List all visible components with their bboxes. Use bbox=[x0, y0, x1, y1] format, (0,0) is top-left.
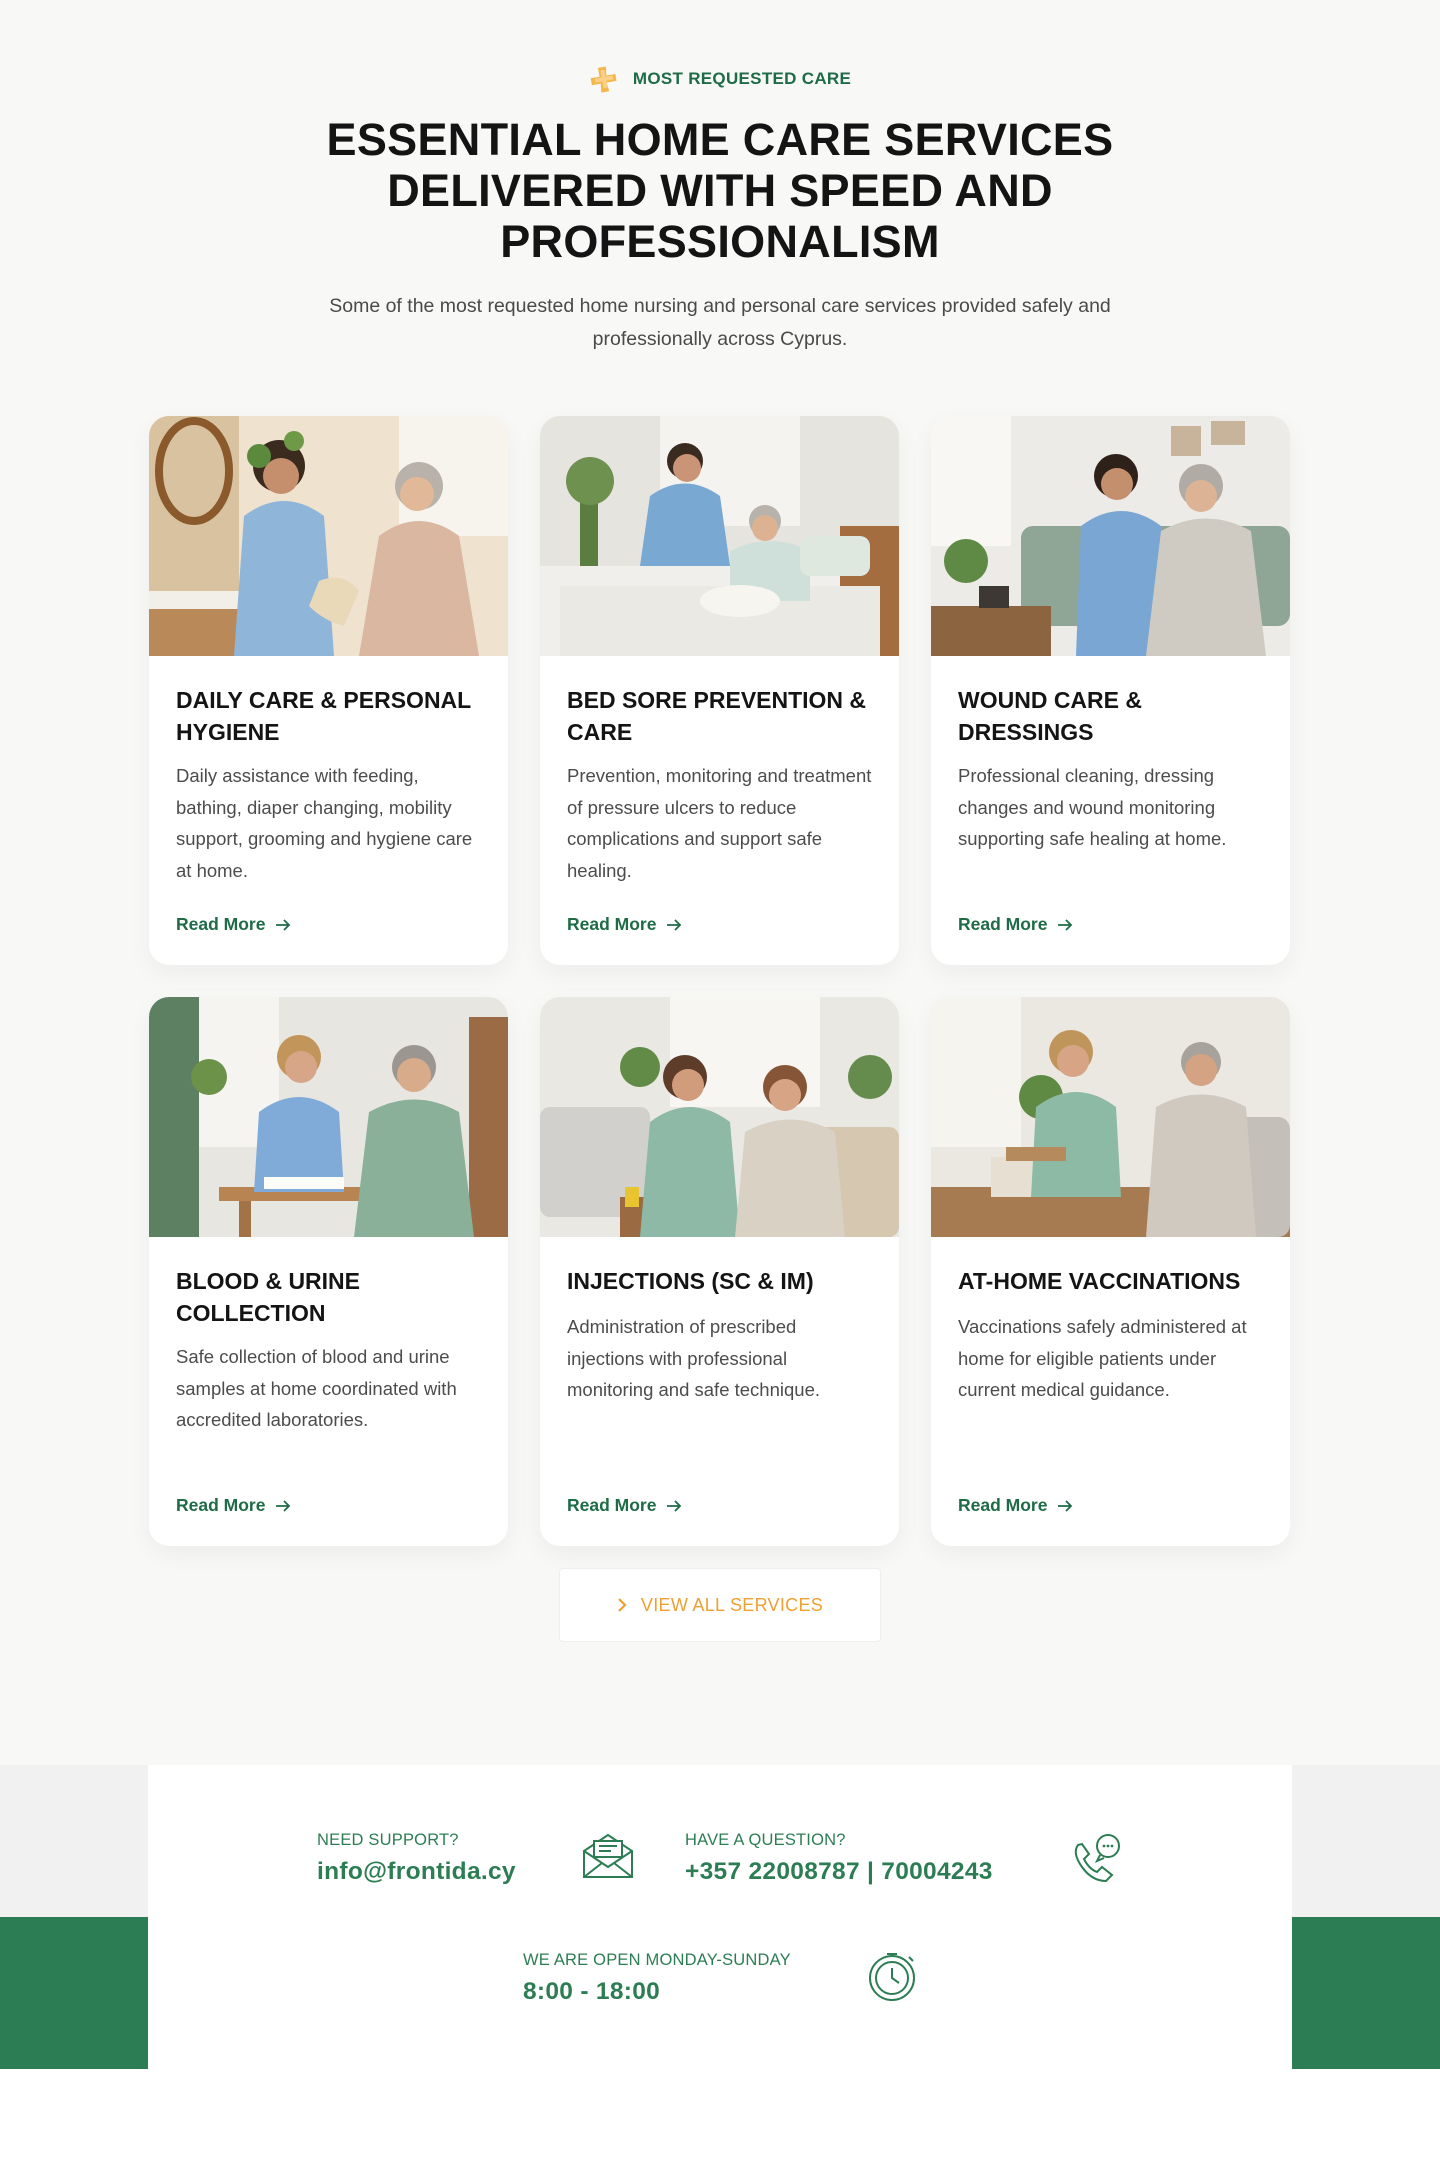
arrow-right-icon bbox=[1058, 1499, 1073, 1512]
phone-number-link[interactable]: +357 22008787 | 70004243 bbox=[685, 1858, 993, 1886]
opening-hours: WE ARE OPEN MONDAY-SUNDAY 8:00 - 18:00 bbox=[523, 1951, 791, 2006]
service-description: Vaccinations safely administered at home… bbox=[958, 1316, 1247, 1400]
service-title: WOUND CARE & DRESSINGS bbox=[958, 687, 1142, 745]
read-more-link[interactable]: Read More bbox=[567, 914, 682, 935]
service-card: INJECTIONS (SC & IM) Administration of p… bbox=[540, 997, 899, 1546]
view-all-services-button[interactable]: VIEW ALL SERVICES bbox=[559, 1568, 881, 1642]
section-eyebrow: MOST REQUESTED CARE bbox=[0, 64, 1440, 94]
envelope-icon bbox=[583, 1833, 633, 1878]
service-title: AT-HOME VACCINATIONS bbox=[958, 1268, 1241, 1294]
service-image-bed-sore bbox=[540, 416, 899, 656]
service-title: BED SORE PREVENTION & CARE bbox=[567, 687, 867, 745]
service-card: WOUND CARE & DRESSINGS Professional clea… bbox=[931, 416, 1290, 965]
read-more-label: Read More bbox=[567, 914, 657, 934]
arrow-right-icon bbox=[276, 1499, 291, 1512]
question-label: HAVE A QUESTION? bbox=[685, 1831, 846, 1849]
service-image-blood-collection bbox=[149, 997, 508, 1237]
arrow-right-icon bbox=[276, 918, 291, 931]
service-card: DAILY CARE & PERSONAL HYGIENE Daily assi… bbox=[149, 416, 508, 965]
arrow-right-icon bbox=[667, 1499, 682, 1512]
service-title: DAILY CARE & PERSONAL HYGIENE bbox=[176, 687, 471, 745]
read-more-label: Read More bbox=[958, 914, 1048, 934]
arrow-right-icon bbox=[1058, 918, 1073, 931]
clock-icon bbox=[869, 1953, 915, 2001]
arrow-right-icon bbox=[667, 918, 682, 931]
read-more-label: Read More bbox=[567, 1495, 657, 1515]
phone-chat-icon bbox=[1074, 1834, 1120, 1883]
support-label: NEED SUPPORT? bbox=[317, 1831, 459, 1849]
read-more-link[interactable]: Read More bbox=[567, 1495, 682, 1516]
read-more-link[interactable]: Read More bbox=[176, 1495, 291, 1516]
read-more-link[interactable]: Read More bbox=[958, 1495, 1073, 1516]
support-contact: NEED SUPPORT? info@frontida.cy bbox=[317, 1831, 516, 1886]
chevron-right-icon bbox=[618, 1598, 627, 1612]
section-title: ESSENTIAL HOME CARE SERVICES DELIVERED W… bbox=[326, 114, 1114, 267]
view-all-label: VIEW ALL SERVICES bbox=[640, 1594, 824, 1615]
service-card: BLOOD & URINE COLLECTION Safe collection… bbox=[149, 997, 508, 1546]
service-description: Prevention, monitoring and treatment of … bbox=[567, 765, 872, 881]
read-more-label: Read More bbox=[176, 914, 266, 934]
read-more-label: Read More bbox=[176, 1495, 266, 1515]
service-description: Safe collection of blood and urine sampl… bbox=[176, 1346, 457, 1430]
hours-value: 8:00 - 18:00 bbox=[523, 1978, 661, 2005]
service-title: INJECTIONS (SC & IM) bbox=[567, 1268, 814, 1294]
read-more-label: Read More bbox=[958, 1495, 1048, 1515]
contact-info-box: NEED SUPPORT? info@frontida.cy HAVE A QU… bbox=[148, 1765, 1292, 2069]
support-email-link[interactable]: info@frontida.cy bbox=[317, 1858, 516, 1886]
contact-band-bottom bbox=[0, 2069, 1440, 2160]
section-subtitle: Some of the most requested home nursing … bbox=[329, 295, 1111, 350]
service-image-wound-care bbox=[931, 416, 1290, 656]
service-title: BLOOD & URINE COLLECTION bbox=[176, 1268, 360, 1326]
read-more-link[interactable]: Read More bbox=[176, 914, 291, 935]
read-more-link[interactable]: Read More bbox=[958, 914, 1073, 935]
service-description: Administration of prescribed injections … bbox=[567, 1316, 821, 1400]
service-card: BED SORE PREVENTION & CARE Prevention, m… bbox=[540, 416, 899, 965]
service-image-vaccinations bbox=[931, 997, 1290, 1237]
service-description: Daily assistance with feeding, bathing, … bbox=[176, 765, 473, 881]
eyebrow-label: MOST REQUESTED CARE bbox=[632, 69, 852, 88]
question-contact: HAVE A QUESTION? +357 22008787 | 7000424… bbox=[685, 1831, 993, 1886]
services-section: MOST REQUESTED CARE ESSENTIAL HOME CARE … bbox=[0, 0, 1440, 1765]
plus-badge-icon bbox=[590, 66, 617, 93]
service-image-daily-care bbox=[149, 416, 508, 656]
hours-label: WE ARE OPEN MONDAY-SUNDAY bbox=[523, 1951, 791, 1969]
service-card: AT-HOME VACCINATIONS Vaccinations safely… bbox=[931, 997, 1290, 1546]
service-description: Professional cleaning, dressing changes … bbox=[958, 765, 1227, 849]
services-grid: DAILY CARE & PERSONAL HYGIENE Daily assi… bbox=[149, 416, 1291, 1546]
service-image-injections bbox=[540, 997, 899, 1237]
